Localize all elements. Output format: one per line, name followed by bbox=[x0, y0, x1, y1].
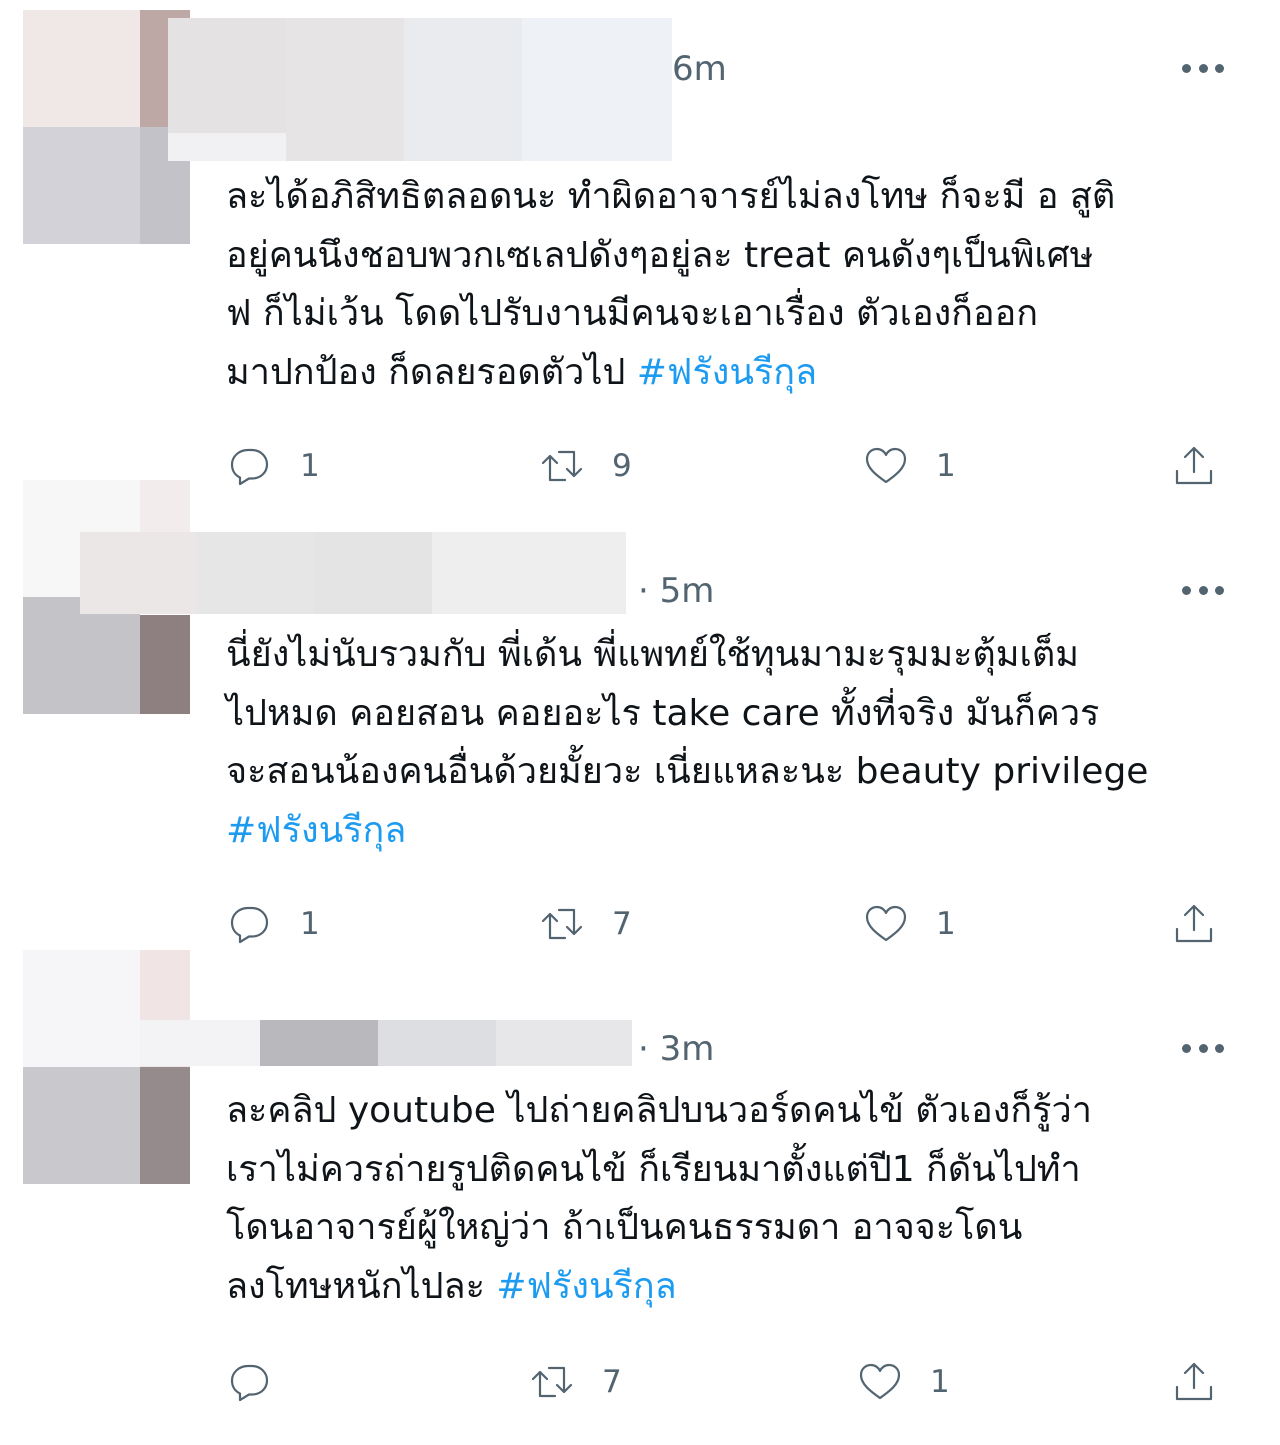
share-icon bbox=[1175, 904, 1213, 943]
like-icon bbox=[865, 905, 907, 942]
tweet-2: · 5m นี่ยังไม่นับรวมกับ พี่เด้น พี่แพทย์… bbox=[0, 480, 1280, 950]
reply-button[interactable] bbox=[226, 1352, 300, 1412]
tweet-text-line: เราไม่ควรถ่ายรูปติดคนไข้ ก็เรียนมาตั้งแต… bbox=[226, 1148, 1081, 1190]
tweet-time[interactable]: 6m bbox=[672, 52, 727, 86]
tweet-text: นี่ยังไม่นับรวมกับ พี่เด้น พี่แพทย์ใช้ทุ… bbox=[226, 626, 1246, 860]
share-button[interactable] bbox=[1170, 894, 1218, 954]
tweet-text-line: จะสอนน้องคนอื่นด้วยมั้ยวะ เนี่ยแหละนะ be… bbox=[226, 751, 1149, 792]
tweet-text: ละได้อภิสิทธิตลอดนะ ทำผิดอาจารย์ไม่ลงโทษ… bbox=[226, 168, 1246, 402]
more-icon[interactable] bbox=[1182, 584, 1224, 596]
hashtag-link[interactable]: #ฟรังนรีกุล bbox=[496, 1266, 676, 1307]
retweet-button[interactable]: 7 bbox=[528, 1352, 622, 1412]
share-button[interactable] bbox=[1170, 1352, 1218, 1412]
tweet-text: ละคลิป youtube ไปถ่ายคลิปบนวอร์ดคนไข้ ตั… bbox=[226, 1082, 1246, 1316]
reply-icon bbox=[230, 1364, 269, 1402]
retweet-count: 9 bbox=[612, 447, 632, 484]
retweet-button[interactable]: 7 bbox=[538, 894, 632, 954]
retweet-icon bbox=[531, 1366, 573, 1398]
tweet-actions: 1 7 1 bbox=[226, 894, 1226, 954]
tweet-text-line: ไปหมด คอยสอน คอยอะไร take care ทั้งที่จร… bbox=[226, 692, 1100, 734]
like-count: 1 bbox=[930, 1363, 950, 1400]
like-icon bbox=[859, 1363, 901, 1400]
tweet-text-line: ลงโทษหนักไปละ #ฟรังนรีกุล bbox=[226, 1258, 1246, 1317]
tweet-text-line: โดนอาจารย์ผู้ใหญ่ว่า ถ้าเป็นคนธรรมดา อาจ… bbox=[226, 1207, 1023, 1248]
like-button[interactable]: 1 bbox=[856, 1352, 950, 1412]
more-icon[interactable] bbox=[1182, 1042, 1224, 1054]
like-count: 1 bbox=[936, 447, 956, 484]
tweet-1: 6m ละได้อภิสิทธิตลอดนะ ทำผิดอาจารย์ไม่ลง… bbox=[0, 0, 1280, 486]
share-icon bbox=[1175, 1362, 1213, 1401]
tweet-text-line: ฟ ก็ไม่เว้น โดดไปรับงานมีคนจะเอาเรื่อง ต… bbox=[226, 293, 1038, 334]
retweet-count: 7 bbox=[612, 905, 632, 942]
tweet-time[interactable]: · 5m bbox=[638, 574, 714, 608]
reply-button[interactable]: 1 bbox=[226, 894, 320, 954]
more-icon[interactable] bbox=[1182, 62, 1224, 74]
hashtag-link[interactable]: #ฟรังนรีกุล bbox=[226, 810, 406, 851]
hashtag-link[interactable]: #ฟรังนรีกุล bbox=[637, 352, 817, 393]
retweet-count: 7 bbox=[602, 1363, 622, 1400]
tweet-text-line: ละคลิป youtube ไปถ่ายคลิปบนวอร์ดคนไข้ ตั… bbox=[226, 1090, 1092, 1131]
tweet-text-line: นี่ยังไม่นับรวมกับ พี่เด้น พี่แพทย์ใช้ทุ… bbox=[226, 634, 1079, 675]
tweet-text-line: อยู่คนนึงชอบพวกเซเลปดังๆอยู่ละ treat คนด… bbox=[226, 234, 1094, 276]
tweet-text-line: ละได้อภิสิทธิตลอดนะ ทำผิดอาจารย์ไม่ลงโทษ… bbox=[226, 176, 1116, 217]
tweet-text-line: มาปกป้อง ก็ดลยรอดตัวไป #ฟรังนรีกุล bbox=[226, 344, 1246, 403]
tweet-text-line: #ฟรังนรีกุล bbox=[226, 802, 1246, 861]
reply-icon bbox=[230, 906, 269, 944]
like-button[interactable]: 1 bbox=[862, 894, 956, 954]
reply-count: 1 bbox=[300, 447, 320, 484]
tweet-text-fragment: มาปกป้อง ก็ดลยรอดตัวไป bbox=[226, 351, 637, 393]
retweet-icon bbox=[541, 908, 583, 940]
tweet-text-fragment: ลงโทษหนักไปละ bbox=[226, 1265, 497, 1307]
tweet-3: · 3m ละคลิป youtube ไปถ่ายคลิปบนวอร์ดคนไ… bbox=[0, 950, 1280, 1445]
tweet-time[interactable]: · 3m bbox=[638, 1032, 714, 1066]
tweet-actions: 7 1 bbox=[226, 1352, 1226, 1412]
reply-count: 1 bbox=[300, 905, 320, 942]
like-count: 1 bbox=[936, 905, 956, 942]
